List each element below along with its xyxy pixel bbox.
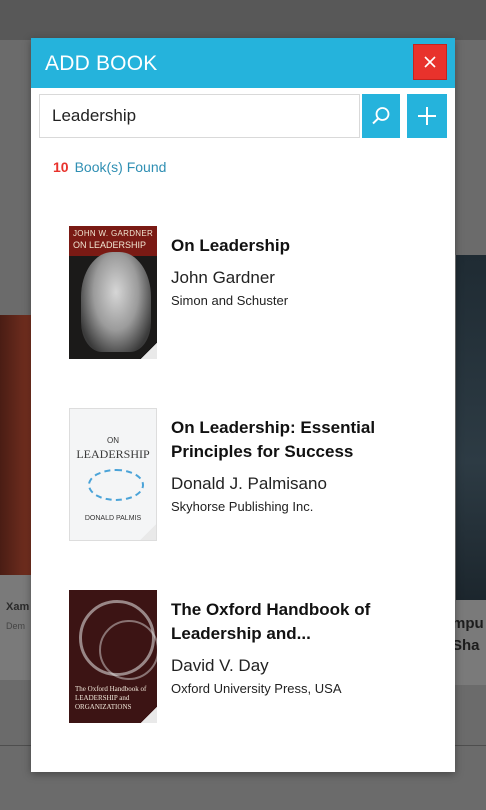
cover-title-text: ON bbox=[107, 436, 119, 445]
close-button[interactable] bbox=[413, 44, 447, 80]
book-info: The Oxford Handbook of Leadership and...… bbox=[171, 598, 421, 696]
search-input[interactable] bbox=[39, 94, 360, 138]
book-result-item[interactable]: JOHN W. GARDNER ON LEADERSHIP On Leaders… bbox=[69, 226, 429, 361]
cover-author-text: JOHN W. GARDNER bbox=[73, 229, 154, 238]
cover-title-text: ON LEADERSHIP bbox=[73, 240, 147, 250]
search-button[interactable] bbox=[362, 94, 400, 138]
cover-art bbox=[88, 469, 144, 501]
results-count: 10 Book(s) Found bbox=[53, 159, 166, 175]
book-cover-image: JOHN W. GARDNER ON LEADERSHIP bbox=[69, 226, 157, 359]
cover-title-line: ORGANIZATIONS bbox=[75, 703, 132, 711]
book-title: On Leadership: Essential Principles for … bbox=[171, 418, 376, 461]
results-label: Book(s) Found bbox=[74, 159, 167, 175]
background-book-subtitle-right: Sha bbox=[452, 637, 480, 654]
book-author: Donald J. Palmisano bbox=[171, 474, 327, 493]
book-result-item[interactable]: The Oxford Handbook of LEADERSHIP and OR… bbox=[69, 590, 429, 725]
page-curl bbox=[141, 343, 157, 359]
cover-title-line: LEADERSHIP and bbox=[75, 694, 130, 702]
cover-title-line: The Oxford Handbook of bbox=[75, 685, 147, 693]
add-book-dialog: ADD BOOK 10 Book(s) Found JOHN W. GARDNER bbox=[31, 38, 455, 772]
results-number: 10 bbox=[53, 159, 69, 175]
search-icon bbox=[372, 107, 390, 125]
cover-author-text: DONALD PALMIS bbox=[84, 515, 142, 522]
book-result-item[interactable]: ON LEADERSHIP DONALD PALMIS On Leadershi… bbox=[69, 408, 429, 543]
add-button[interactable] bbox=[407, 94, 447, 138]
close-icon bbox=[424, 56, 436, 68]
book-title: The Oxford Handbook of Leadership and... bbox=[171, 600, 371, 643]
book-cover-image: ON LEADERSHIP DONALD PALMIS bbox=[69, 408, 157, 541]
page-curl bbox=[140, 524, 156, 540]
cover-art bbox=[99, 620, 157, 680]
book-info: On Leadership John Gardner Simon and Sch… bbox=[171, 234, 421, 308]
plus-icon bbox=[418, 107, 436, 125]
background-book-subtitle-left: Dem bbox=[6, 621, 26, 631]
background-book-title-left: Xam bbox=[6, 601, 30, 613]
cover-title-text: LEADERSHIP bbox=[76, 447, 150, 461]
book-author: John Gardner bbox=[171, 268, 275, 287]
cover-title-text: The Oxford Handbook of LEADERSHIP and OR… bbox=[75, 685, 146, 712]
book-publisher: Skyhorse Publishing Inc. bbox=[171, 499, 314, 514]
book-publisher: Oxford University Press, USA bbox=[171, 681, 342, 696]
cover-portrait bbox=[81, 252, 151, 352]
background-book-cover-right bbox=[456, 255, 486, 600]
page-curl bbox=[141, 707, 157, 723]
book-info: On Leadership: Essential Principles for … bbox=[171, 416, 421, 514]
search-bar bbox=[39, 94, 447, 140]
dialog-title: ADD BOOK bbox=[45, 52, 158, 75]
background-header bbox=[0, 0, 486, 40]
book-publisher: Simon and Schuster bbox=[171, 293, 289, 308]
background-book-title-right: mpu bbox=[452, 615, 484, 632]
book-author: David V. Day bbox=[171, 656, 269, 675]
book-title: On Leadership bbox=[171, 236, 291, 255]
dialog-header: ADD BOOK bbox=[31, 38, 455, 88]
book-cover-image: The Oxford Handbook of LEADERSHIP and OR… bbox=[69, 590, 157, 723]
